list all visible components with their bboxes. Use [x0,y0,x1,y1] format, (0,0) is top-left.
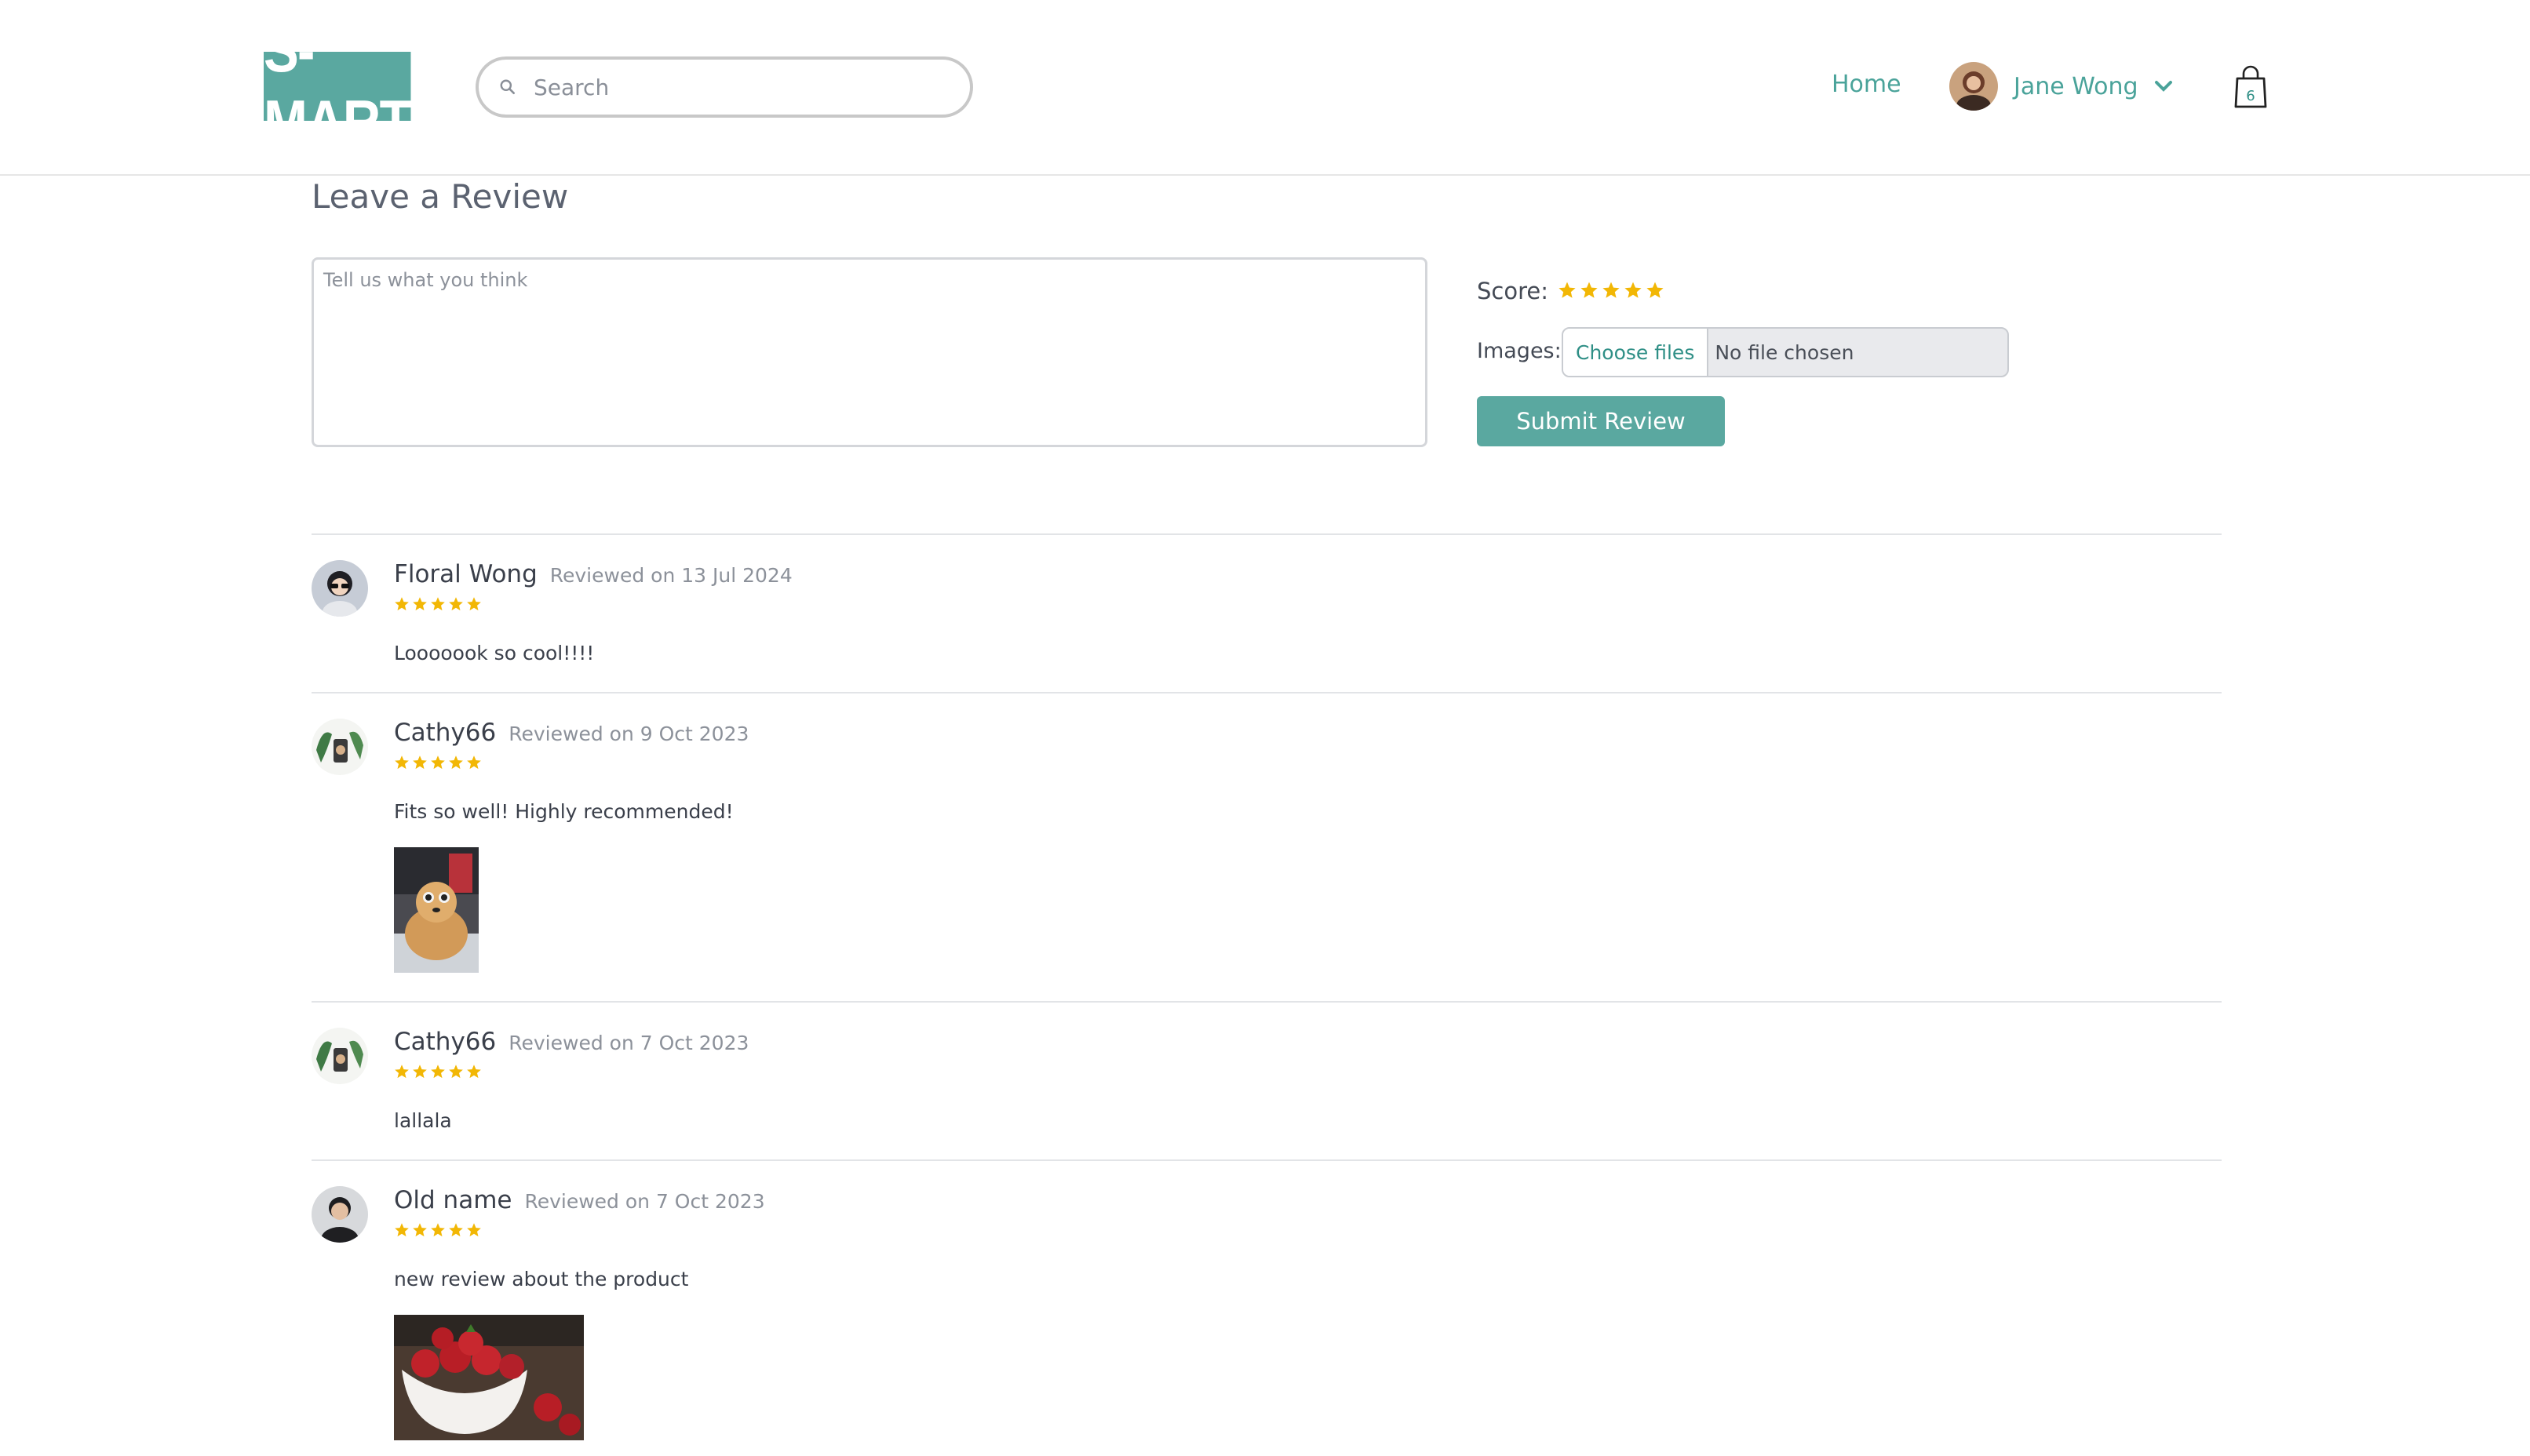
star-icon [413,755,427,770]
review-date: Reviewed on 7 Oct 2023 [509,1032,749,1054]
review-item: Cathy66 Reviewed on 9 Oct 2023 Fits so w… [312,719,2222,977]
star-icon [413,1223,427,1237]
review-date: Reviewed on 9 Oct 2023 [509,723,749,745]
review-text: new review about the product [394,1268,689,1290]
star-icon[interactable] [1602,281,1620,300]
star-icon [467,597,481,611]
star-icon [395,1065,409,1079]
star-icon [413,597,427,611]
nav-home-link[interactable]: Home [1832,71,1901,98]
star-icon[interactable] [1580,281,1599,300]
star-icon [395,597,409,611]
review-textarea[interactable]: Tell us what you think [312,257,1427,447]
review-item: Old name Reviewed on 7 Oct 2023 new revi… [312,1186,2222,1445]
star-icon [431,1223,445,1237]
site-header: S-MART Search Home Jane Wong 6 [0,0,2530,176]
star-icon [395,1223,409,1237]
star-icon [395,755,409,770]
star-icon [449,597,463,611]
review-stars [394,1222,482,1238]
avatar [1949,62,1998,111]
search-placeholder: Search [534,74,610,100]
reviewer-name: Old name [394,1186,512,1214]
shopping-bag-icon: 6 [2234,65,2267,108]
review-text: Looooook so cool!!!! [394,642,595,664]
review-image-dog[interactable] [394,847,479,973]
user-name: Jane Wong [2014,72,2138,100]
star-icon [413,1065,427,1079]
review-item: Floral Wong Reviewed on 13 Jul 2024 Looo… [312,560,2222,686]
star-icon [449,1065,463,1079]
file-input[interactable]: Choose files No file chosen [1562,327,2009,377]
divider [312,533,2222,535]
star-icon [449,1223,463,1237]
avatar [312,1186,368,1243]
review-date: Reviewed on 13 Jul 2024 [549,564,793,587]
star-icon [431,597,445,611]
chevron-down-icon [2154,81,2172,92]
star-icon [467,1065,481,1079]
review-item: Cathy66 Reviewed on 7 Oct 2023 lallala [312,1028,2222,1153]
user-menu[interactable]: Jane Wong [1949,61,2173,111]
review-stars [394,1064,482,1079]
star-icon[interactable] [1624,281,1642,300]
star-icon[interactable] [1558,281,1577,300]
score-label: Score: [1477,278,1548,304]
star-icon [467,755,481,770]
star-icon [431,755,445,770]
star-icon[interactable] [1646,281,1664,300]
search-input[interactable]: Search [476,56,973,118]
divider [312,1159,2222,1161]
cart-button[interactable]: 6 [2233,64,2268,110]
star-icon [467,1223,481,1237]
avatar [312,1028,368,1084]
review-date: Reviewed on 7 Oct 2023 [524,1190,765,1213]
page-title: Leave a Review [312,177,569,216]
review-stars [394,596,482,612]
reviewer-name: Cathy66 [394,719,497,747]
textarea-placeholder: Tell us what you think [323,269,528,291]
reviewer-name: Floral Wong [394,560,538,588]
logo[interactable]: S-MART [264,16,412,156]
cart-count: 6 [2246,88,2255,104]
avatar [312,719,368,775]
review-stars [394,755,482,770]
review-text: lallala [394,1109,452,1132]
score-stars[interactable] [1558,281,1664,300]
divider [312,1001,2222,1003]
images-label: Images: [1477,339,1562,363]
divider [312,692,2222,693]
star-icon [449,755,463,770]
choose-files-button[interactable]: Choose files [1563,329,1709,376]
avatar [312,560,368,617]
reviewer-name: Cathy66 [394,1028,497,1056]
search-icon [500,79,516,95]
review-text: Fits so well! Highly recommended! [394,800,734,823]
file-status: No file chosen [1715,340,1854,364]
star-icon [431,1065,445,1079]
review-image-strawberries[interactable] [394,1315,584,1440]
submit-review-button[interactable]: Submit Review [1477,396,1725,446]
